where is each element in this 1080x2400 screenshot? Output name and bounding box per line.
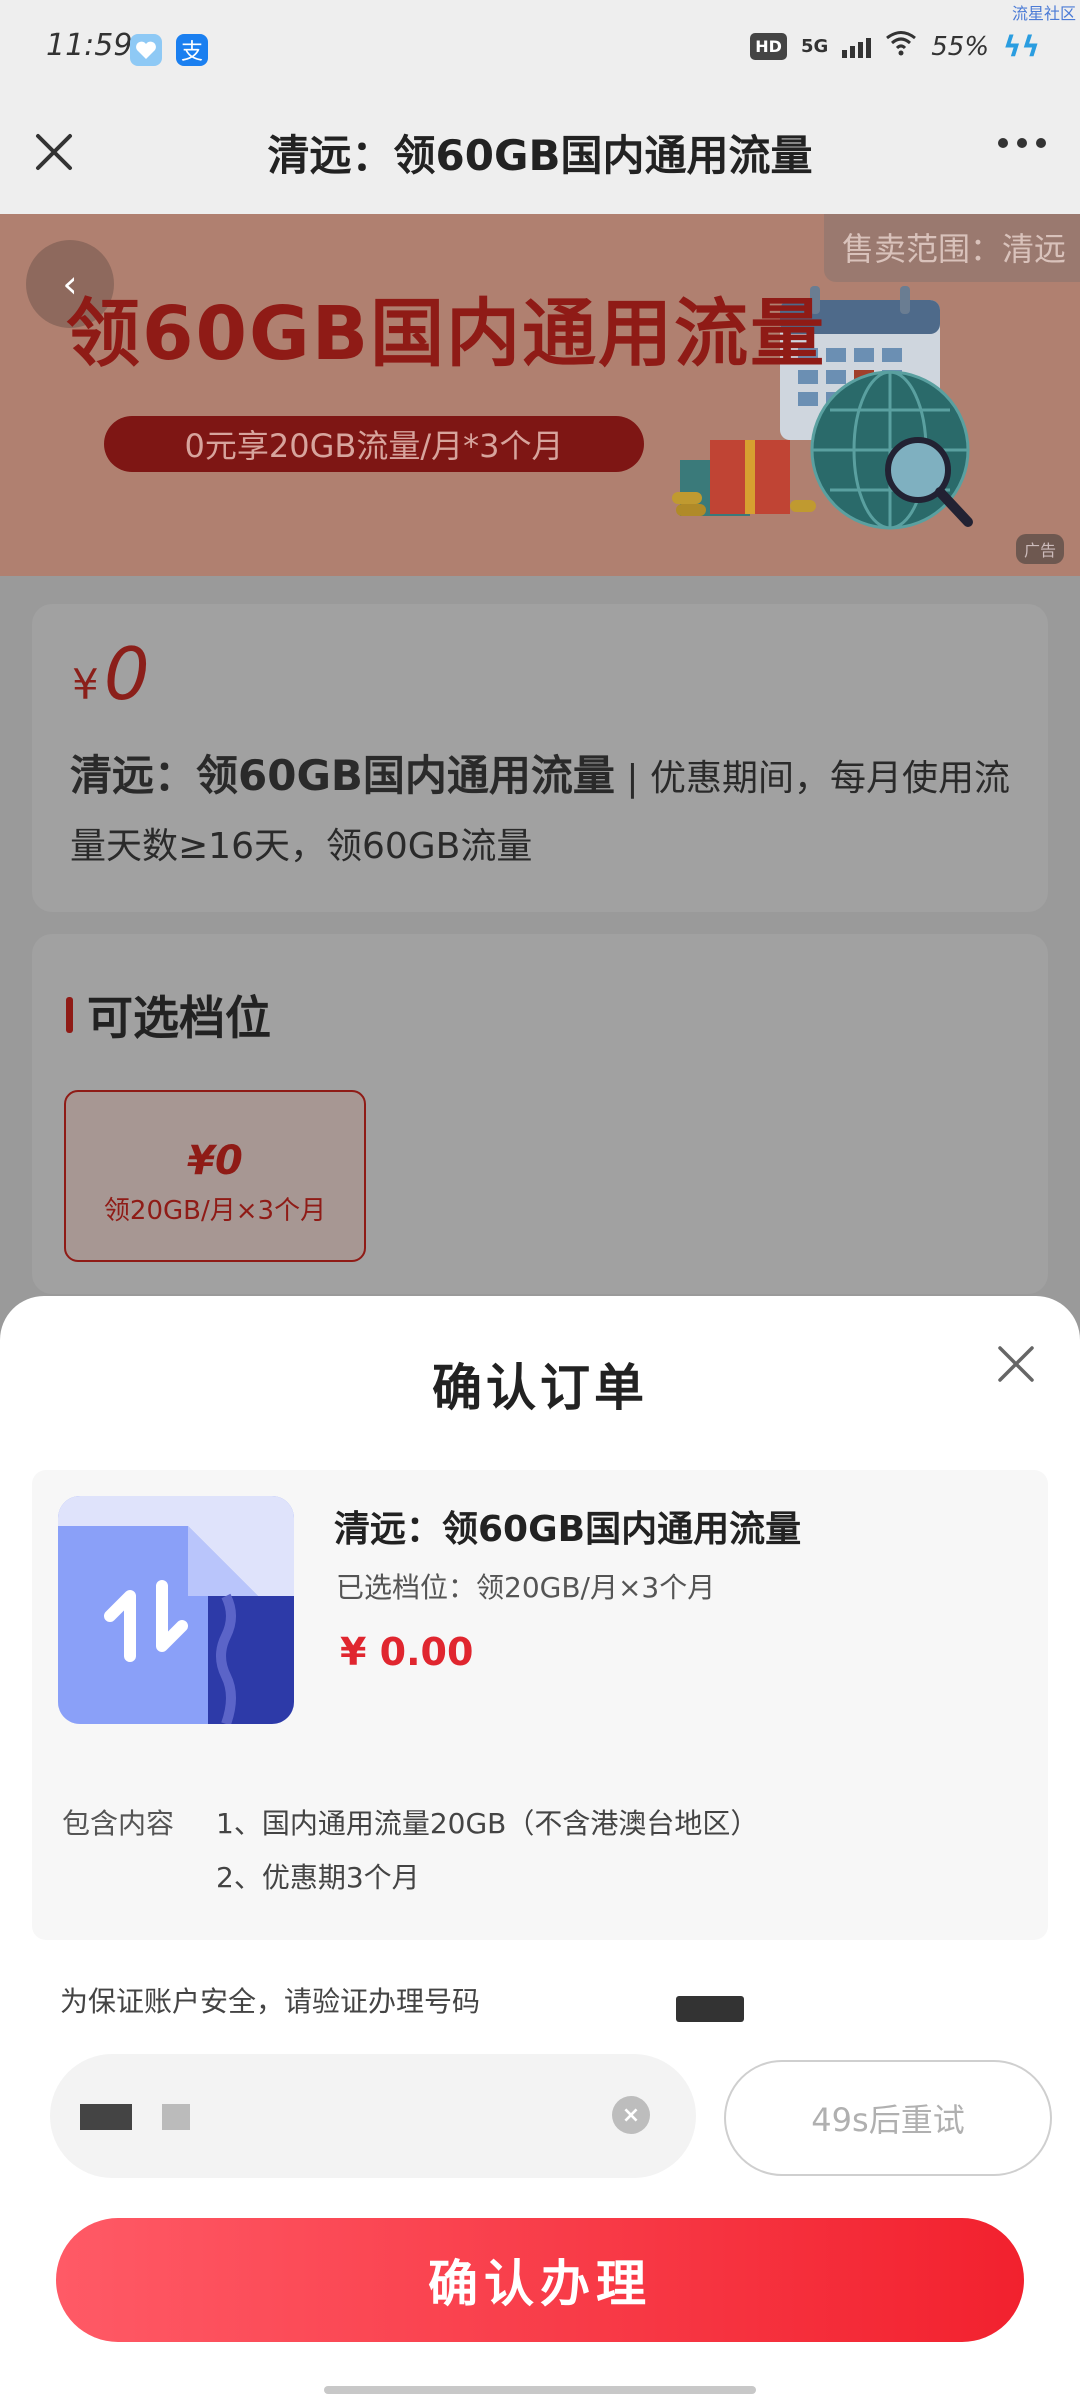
includes-item: 1、国内通用流量20GB（不含港澳台地区） [216, 1807, 759, 1840]
order-summary-card: 清远：领60GB国内通用流量 已选档位：领20GB/月×3个月 ¥ 0.00 包… [32, 1470, 1048, 1940]
order-product-name: 清远：领60GB国内通用流量 [334, 1509, 802, 1550]
price-value: 0 [103, 632, 150, 716]
banner-offer-pill: 0元享20GB流量/月*3个月 [104, 416, 644, 472]
sheet-close-button[interactable] [992, 1340, 1040, 1388]
battery-level: 55% [931, 31, 990, 62]
more-menu-button[interactable] [998, 138, 1046, 148]
separator: | [626, 758, 639, 799]
section-title: 可选档位 [66, 982, 271, 1048]
tier-section: 可选档位 ¥0 领20GB/月×3个月 [32, 934, 1048, 1294]
banner-headline: 领60GB国内通用流量 [66, 291, 827, 377]
data-transfer-icon [58, 1496, 294, 1724]
status-time: 11:59 [46, 28, 133, 63]
currency-symbol: ¥ [72, 660, 99, 709]
redacted-block [676, 1996, 744, 2022]
status-bar: 11:59 支 HD 5G 55% ϟϟ 流星社区 [0, 0, 1080, 100]
product-name: 清远：领60GB国内通用流量 [70, 751, 615, 800]
home-indicator [324, 2386, 756, 2394]
includes-label: 包含内容 [62, 1807, 175, 1840]
product-info-card: ¥ 0 清远：领60GB国内通用流量 | 优惠期间，每月使用流量天数≥16天，领… [32, 604, 1048, 912]
confirm-button[interactable]: 确认办理 [56, 2218, 1024, 2342]
status-icons: HD 5G 55% ϟϟ [750, 30, 1040, 63]
network-label: 5G [800, 36, 829, 57]
promo-banner[interactable]: ‹ 售卖范围：清远 领60GB国内通用流量 0元享20GB流量/月*3个月 广告 [0, 214, 1080, 576]
more-dot-icon [1017, 138, 1027, 148]
masked-digits [80, 2104, 132, 2130]
signal-icon [842, 36, 872, 58]
order-selected-tier: 已选档位：领20GB/月×3个月 [336, 1571, 716, 1604]
section-title-text: 可选档位 [87, 991, 271, 1045]
masked-digits [162, 2104, 190, 2130]
tier-option[interactable]: ¥0 领20GB/月×3个月 [64, 1090, 366, 1262]
sheet-title: 确认订单 [432, 1359, 648, 1417]
resend-code-button[interactable]: 49s后重试 [724, 2060, 1052, 2176]
order-price: ¥ 0.00 [340, 1630, 474, 1674]
section-accent-bar [66, 997, 73, 1033]
tier-price: ¥0 [187, 1138, 243, 1184]
more-dot-icon [1036, 138, 1046, 148]
more-dot-icon [998, 138, 1008, 148]
page-title: 清远：领60GB国内通用流量 [267, 131, 813, 180]
clear-input-button[interactable]: × [612, 2096, 650, 2134]
verify-note: 为保证账户安全，请验证办理号码 [60, 1985, 481, 2018]
product-price: ¥ 0 [72, 632, 150, 716]
clear-icon: × [621, 2102, 641, 2128]
title-bar: 清远：领60GB国内通用流量 [0, 100, 1080, 214]
charging-icon: ϟϟ [1003, 30, 1040, 63]
hd-icon: HD [750, 33, 787, 60]
ad-badge: 广告 [1015, 534, 1064, 564]
phone-verification-input[interactable]: × [50, 2054, 696, 2178]
heart-app-icon [130, 34, 162, 66]
corner-tag: 流星社区 [1011, 4, 1076, 23]
tier-label: 领20GB/月×3个月 [103, 1196, 327, 1226]
alipay-icon: 支 [176, 34, 208, 66]
product-description: 清远：领60GB国内通用流量 | 优惠期间，每月使用流量天数≥16天，领60GB… [70, 742, 1030, 881]
confirm-order-sheet: 确认订单 清远：领60GB国内通用流量 已选档位：领20GB/月×3个月 ¥ 0… [0, 1296, 1080, 2400]
close-icon [998, 1346, 1034, 1382]
wifi-icon [885, 30, 917, 63]
sales-region-tag: 售卖范围：清远 [823, 214, 1080, 282]
includes-item: 2、优惠期3个月 [216, 1861, 420, 1894]
